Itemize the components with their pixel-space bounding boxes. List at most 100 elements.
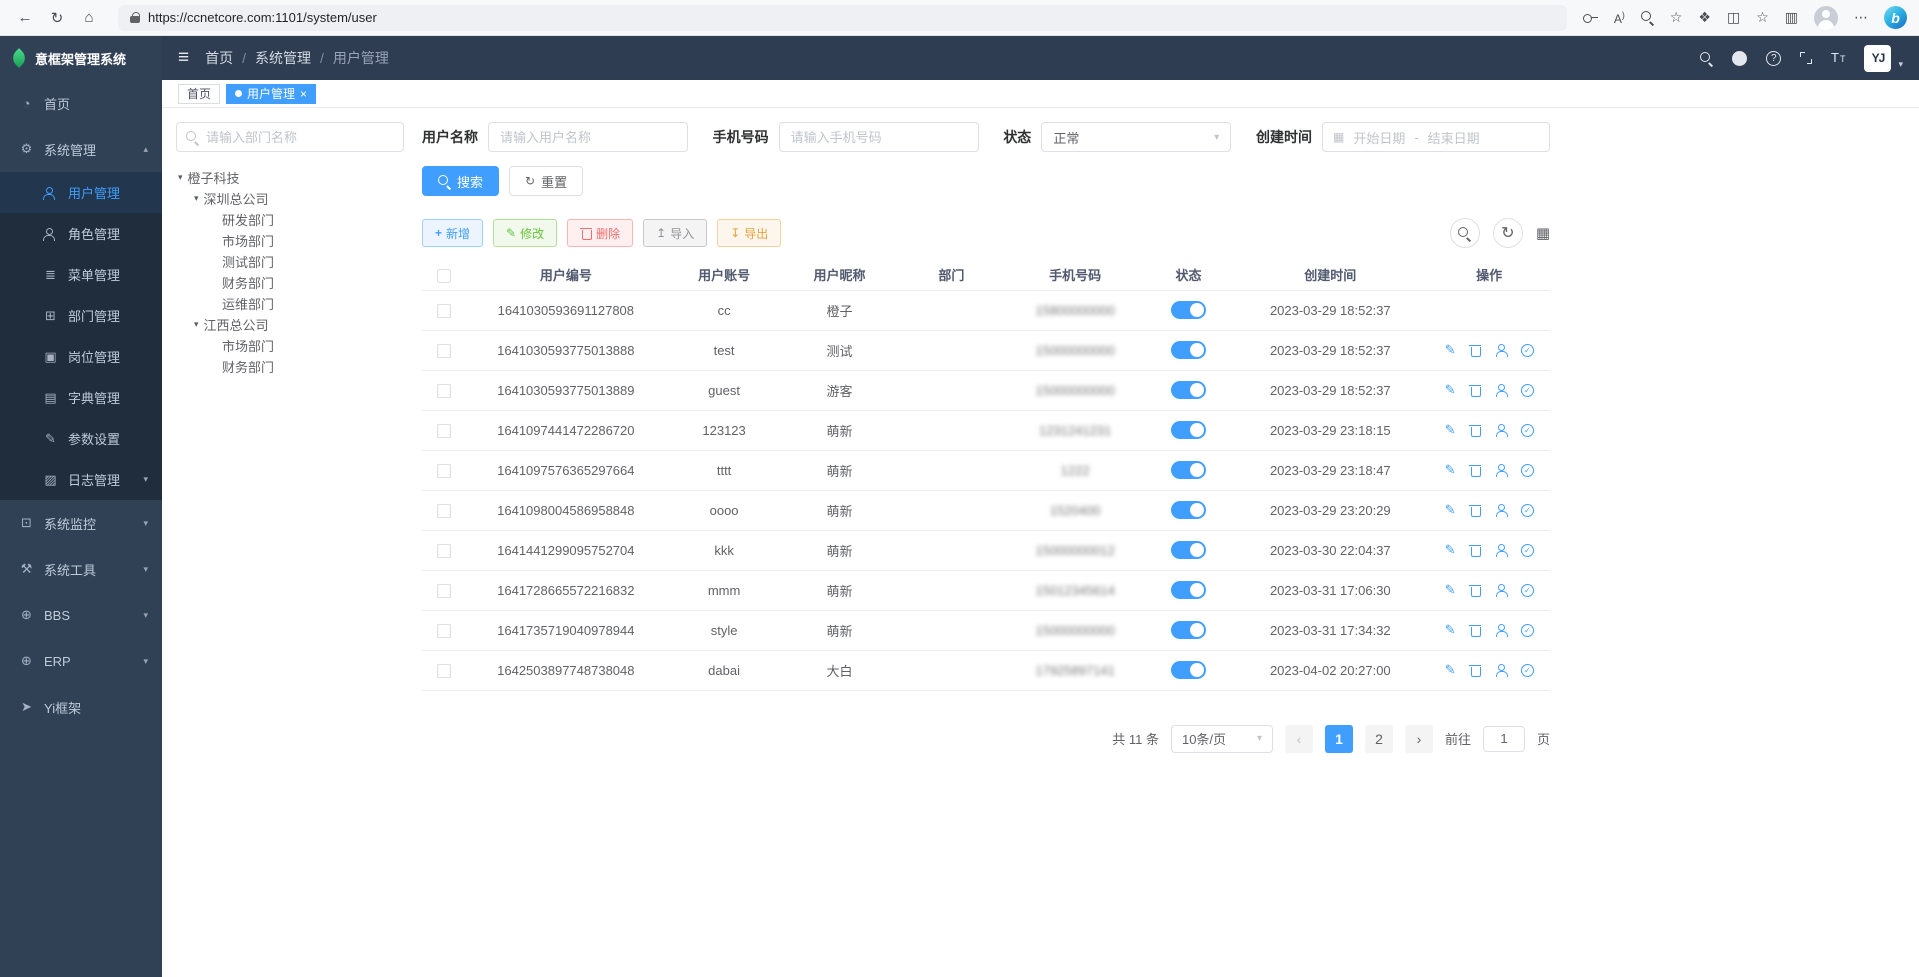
sidebar-item-user-management[interactable]: 用户管理 bbox=[0, 172, 162, 213]
edit-icon[interactable] bbox=[1445, 382, 1456, 397]
department-search-input[interactable] bbox=[206, 130, 394, 145]
sidebar-item-bbs[interactable]: BBS bbox=[0, 592, 162, 638]
edit-button[interactable]: 修改 bbox=[493, 219, 557, 247]
collections-icon[interactable] bbox=[1785, 9, 1798, 26]
caret-down-icon[interactable] bbox=[194, 193, 199, 204]
row-checkbox[interactable] bbox=[437, 504, 451, 518]
sidebar-item-yi-framework[interactable]: Yi框架 bbox=[0, 684, 162, 730]
username-input[interactable] bbox=[488, 122, 688, 152]
page-size-select[interactable]: 10条/页 bbox=[1171, 725, 1273, 753]
assign-role-icon[interactable] bbox=[1521, 344, 1534, 357]
delete-icon[interactable] bbox=[1469, 344, 1481, 357]
caret-down-icon[interactable] bbox=[194, 319, 199, 330]
favorite-add-icon[interactable] bbox=[1670, 9, 1683, 26]
tag-user-management[interactable]: 用户管理 bbox=[226, 84, 316, 104]
delete-icon[interactable] bbox=[1469, 464, 1481, 477]
next-page-button[interactable] bbox=[1405, 725, 1433, 753]
status-toggle[interactable] bbox=[1171, 301, 1206, 319]
reset-password-icon[interactable] bbox=[1495, 424, 1507, 436]
status-toggle[interactable] bbox=[1171, 421, 1206, 439]
edit-icon[interactable] bbox=[1445, 622, 1456, 637]
row-checkbox[interactable] bbox=[437, 304, 451, 318]
fullscreen-icon[interactable] bbox=[1800, 52, 1812, 64]
delete-icon[interactable] bbox=[1469, 664, 1481, 677]
edit-icon[interactable] bbox=[1445, 582, 1456, 597]
status-select[interactable]: 正常 bbox=[1041, 122, 1231, 152]
github-icon[interactable] bbox=[1732, 51, 1747, 66]
prev-page-button[interactable] bbox=[1285, 725, 1313, 753]
assign-role-icon[interactable] bbox=[1521, 504, 1534, 517]
font-size-icon[interactable] bbox=[1831, 49, 1845, 67]
row-checkbox[interactable] bbox=[437, 424, 451, 438]
assign-role-icon[interactable] bbox=[1521, 384, 1534, 397]
help-icon[interactable] bbox=[1766, 51, 1781, 66]
bing-icon[interactable] bbox=[1884, 6, 1907, 29]
row-checkbox[interactable] bbox=[437, 464, 451, 478]
status-toggle[interactable] bbox=[1171, 381, 1206, 399]
sidebar-item-system-monitor[interactable]: 系统监控 bbox=[0, 500, 162, 546]
sidebar-item-system-management[interactable]: 系统管理 bbox=[0, 126, 162, 172]
status-toggle[interactable] bbox=[1171, 621, 1206, 639]
row-checkbox[interactable] bbox=[437, 624, 451, 638]
delete-icon[interactable] bbox=[1469, 424, 1481, 437]
assign-role-icon[interactable] bbox=[1521, 464, 1534, 477]
status-toggle[interactable] bbox=[1171, 581, 1206, 599]
sidebar-item-department-management[interactable]: 部门管理 bbox=[0, 295, 162, 336]
close-icon[interactable] bbox=[300, 88, 307, 100]
tree-node[interactable]: 橙子科技 bbox=[176, 167, 404, 188]
reset-password-icon[interactable] bbox=[1495, 384, 1507, 396]
phone-input[interactable] bbox=[779, 122, 979, 152]
assign-role-icon[interactable] bbox=[1521, 584, 1534, 597]
reset-password-icon[interactable] bbox=[1495, 544, 1507, 556]
date-range-picker[interactable]: 开始日期 - 结束日期 bbox=[1322, 122, 1550, 152]
tree-node[interactable]: 测试部门 bbox=[176, 251, 404, 272]
delete-button[interactable]: 删除 bbox=[567, 219, 633, 247]
page-number-button[interactable]: 2 bbox=[1365, 725, 1393, 753]
refresh-table-button[interactable] bbox=[1493, 218, 1523, 248]
select-all-checkbox[interactable] bbox=[437, 269, 451, 283]
sidebar-item-menu-management[interactable]: 菜单管理 bbox=[0, 254, 162, 295]
row-checkbox[interactable] bbox=[437, 584, 451, 598]
reset-password-icon[interactable] bbox=[1495, 504, 1507, 516]
goto-page-input[interactable] bbox=[1483, 726, 1525, 752]
edit-icon[interactable] bbox=[1445, 342, 1456, 357]
browser-home-icon[interactable] bbox=[76, 5, 102, 31]
import-button[interactable]: 导入 bbox=[643, 219, 707, 247]
assign-role-icon[interactable] bbox=[1521, 424, 1534, 437]
reset-password-icon[interactable] bbox=[1495, 344, 1507, 356]
favorites-bar-icon[interactable] bbox=[1756, 9, 1769, 26]
tree-node[interactable]: 运维部门 bbox=[176, 293, 404, 314]
user-avatar[interactable]: YJ bbox=[1864, 45, 1891, 72]
sidebar-item-log-management[interactable]: 日志管理 bbox=[0, 459, 162, 500]
tree-node[interactable]: 江西总公司 bbox=[176, 314, 404, 335]
browser-profile-avatar[interactable] bbox=[1814, 6, 1838, 30]
edit-icon[interactable] bbox=[1445, 502, 1456, 517]
reset-button[interactable]: 重置 bbox=[509, 166, 583, 196]
export-button[interactable]: 导出 bbox=[717, 219, 781, 247]
tree-node[interactable]: 市场部门 bbox=[176, 335, 404, 356]
sidebar-item-home[interactable]: 首页 bbox=[0, 80, 162, 126]
caret-down-icon[interactable] bbox=[178, 172, 183, 183]
browser-back-icon[interactable] bbox=[12, 5, 38, 31]
tag-home[interactable]: 首页 bbox=[178, 84, 220, 104]
read-aloud-icon[interactable] bbox=[1614, 10, 1625, 26]
reset-password-icon[interactable] bbox=[1495, 464, 1507, 476]
assign-role-icon[interactable] bbox=[1521, 544, 1534, 557]
password-key-icon[interactable] bbox=[1583, 14, 1598, 22]
edit-icon[interactable] bbox=[1445, 542, 1456, 557]
page-number-button[interactable]: 1 bbox=[1325, 725, 1353, 753]
zoom-icon[interactable] bbox=[1641, 11, 1654, 24]
delete-icon[interactable] bbox=[1469, 504, 1481, 517]
browser-refresh-icon[interactable] bbox=[44, 5, 70, 31]
edit-icon[interactable] bbox=[1445, 462, 1456, 477]
breadcrumb-item[interactable]: 首页 bbox=[205, 48, 233, 68]
delete-icon[interactable] bbox=[1469, 624, 1481, 637]
toggle-search-button[interactable] bbox=[1450, 218, 1480, 248]
status-toggle[interactable] bbox=[1171, 501, 1206, 519]
sidebar-item-erp[interactable]: ERP bbox=[0, 638, 162, 684]
split-screen-icon[interactable] bbox=[1727, 9, 1740, 26]
row-checkbox[interactable] bbox=[437, 384, 451, 398]
tree-node[interactable]: 研发部门 bbox=[176, 209, 404, 230]
column-settings-icon[interactable] bbox=[1536, 224, 1550, 243]
status-toggle[interactable] bbox=[1171, 661, 1206, 679]
